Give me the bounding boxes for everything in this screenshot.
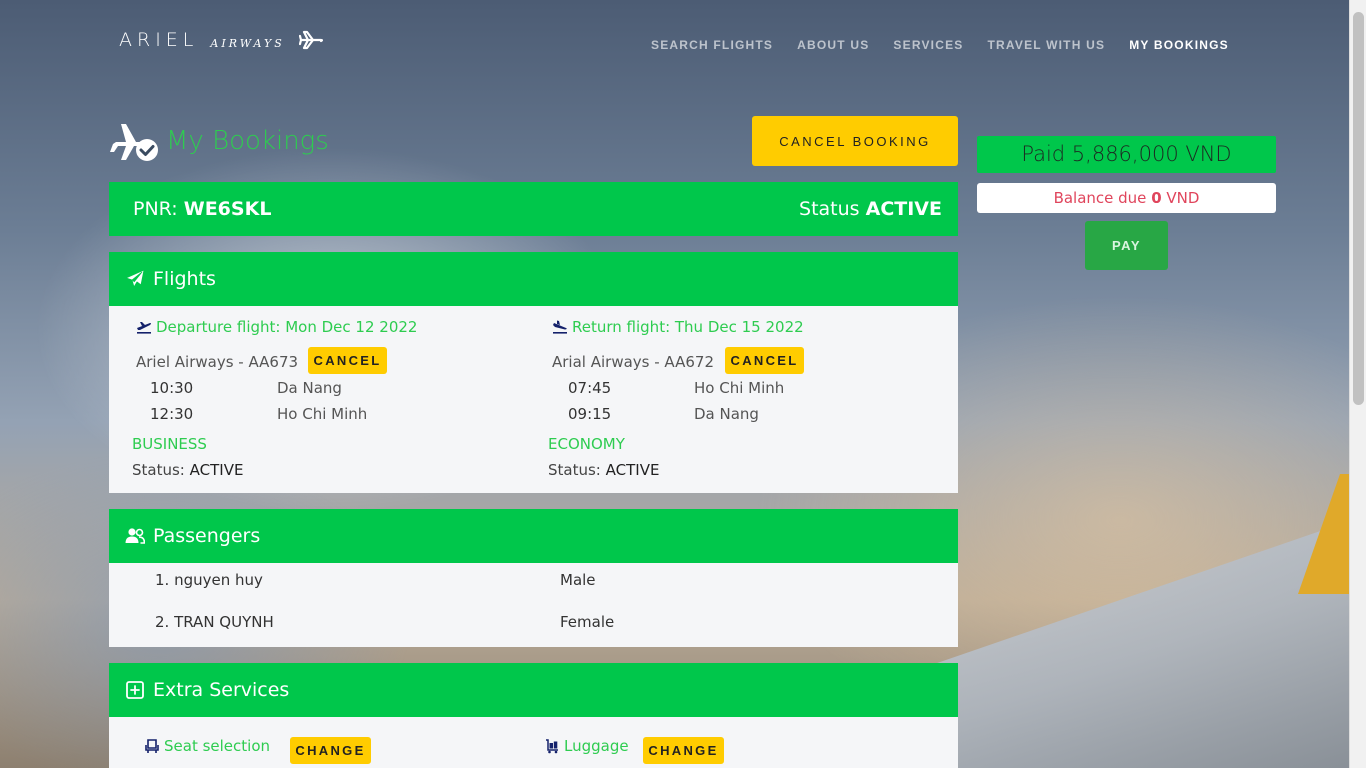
return-status-value: ACTIVE <box>605 461 660 479</box>
departure-dep-time: 10:30 <box>150 379 194 397</box>
plane-arrival-icon <box>553 320 567 334</box>
seat-selection-link[interactable]: Seat selection <box>145 737 270 755</box>
luggage-label: Luggage <box>564 737 629 755</box>
departure-class: BUSINESS <box>132 435 207 453</box>
return-status-label: Status: <box>548 461 601 479</box>
departure-airline: Ariel Airways - AA673 <box>136 353 299 371</box>
cancel-return-button[interactable]: CANCEL <box>725 347 804 374</box>
nav-about-us[interactable]: ABOUT US <box>797 38 869 52</box>
balance-due: Balance due 0 VND <box>977 183 1276 213</box>
passenger-name: 2. TRAN QUYNH <box>155 613 274 631</box>
nav-my-bookings[interactable]: MY BOOKINGS <box>1129 38 1229 52</box>
change-seat-button[interactable]: CHANGE <box>290 737 371 764</box>
cancel-booking-button[interactable]: CANCEL BOOKING <box>752 116 958 166</box>
seat-selection-label: Seat selection <box>164 737 271 755</box>
departure-arr-time: 12:30 <box>150 405 194 423</box>
return-dep-city: Ho Chi Minh <box>694 379 785 397</box>
cancel-departure-button[interactable]: CANCEL <box>308 347 387 374</box>
balance-suffix: VND <box>1161 189 1200 207</box>
return-flight-heading[interactable]: Return flight: Thu Dec 15 2022 <box>552 318 804 336</box>
departure-dep-city: Da Nang <box>277 379 342 397</box>
extras-section-header: Extra Services <box>109 663 958 717</box>
return-status: Status: ACTIVE <box>548 461 659 479</box>
plane-departure-icon <box>137 322 151 334</box>
paid-amount-badge: Paid 5,886,000 VND <box>977 136 1276 173</box>
departure-status-value: ACTIVE <box>189 461 244 479</box>
nav-services[interactable]: SERVICES <box>893 38 963 52</box>
page-title-group: My Bookings <box>108 118 329 164</box>
departure-heading-text: Departure flight: Mon Dec 12 2022 <box>156 318 418 336</box>
seat-icon <box>145 738 159 753</box>
flights-panel: Departure flight: Mon Dec 12 2022 Ariel … <box>109 306 958 493</box>
return-dep-time: 07:45 <box>568 379 612 397</box>
return-arr-city: Da Nang <box>694 405 759 423</box>
departure-status: Status: ACTIVE <box>132 461 243 479</box>
page-title: My Bookings <box>166 126 329 156</box>
pnr-bar: PNR: WE6SKL Status ACTIVE <box>109 182 958 236</box>
extras-panel: Seat selection CHANGE Luggage CHANGE <box>109 717 958 768</box>
return-airline: Arial Airways - AA672 <box>552 353 714 371</box>
departure-status-label: Status: <box>132 461 185 479</box>
page-scrollbar[interactable] <box>1349 0 1366 768</box>
passenger-name: 1. nguyen huy <box>155 571 263 589</box>
brand-main-text: ARIEL <box>119 29 199 51</box>
booking-status-value: ACTIVE <box>865 198 942 220</box>
booking-status-label: Status <box>799 198 860 220</box>
passengers-section-title: Passengers <box>153 525 261 547</box>
airplane-icon <box>298 30 323 50</box>
pnr: PNR: WE6SKL <box>133 198 271 220</box>
balance-prefix: Balance due <box>1053 189 1152 207</box>
passengers-panel: 1. nguyen huy Male 2. TRAN QUYNH Female <box>109 563 958 647</box>
passenger-gender: Female <box>560 613 615 631</box>
balance-amount: 0 <box>1151 189 1162 207</box>
change-luggage-button[interactable]: CHANGE <box>643 737 724 764</box>
passenger-gender: Male <box>560 571 596 589</box>
passengers-section-header: Passengers <box>109 509 958 563</box>
nav-travel-with-us[interactable]: TRAVEL WITH US <box>988 38 1106 52</box>
flights-section-header: Flights <box>109 252 958 306</box>
departure-flight-heading[interactable]: Departure flight: Mon Dec 12 2022 <box>136 318 417 336</box>
main-nav: SEARCH FLIGHTS ABOUT US SERVICES TRAVEL … <box>651 38 1253 52</box>
brand-sub-text: AIRWAYS <box>210 36 285 50</box>
luggage-link[interactable]: Luggage <box>545 737 629 755</box>
extras-section-title: Extra Services <box>153 679 290 701</box>
pnr-value: WE6SKL <box>183 198 272 220</box>
plane-check-icon <box>110 124 158 161</box>
scrollbar-thumb[interactable] <box>1353 12 1364 405</box>
luggage-cart-icon <box>546 738 558 753</box>
return-heading-text: Return flight: Thu Dec 15 2022 <box>572 318 804 336</box>
pnr-label: PNR: <box>133 198 178 220</box>
paper-plane-icon <box>125 269 145 288</box>
users-icon <box>125 528 145 544</box>
brand-logo[interactable]: ARIEL AIRWAYS <box>119 29 323 51</box>
return-class: ECONOMY <box>548 435 625 453</box>
return-arr-time: 09:15 <box>568 405 612 423</box>
booking-status: Status ACTIVE <box>799 198 942 220</box>
departure-arr-city: Ho Chi Minh <box>277 405 368 423</box>
flights-section-title: Flights <box>153 268 216 290</box>
plus-square-icon <box>126 681 144 699</box>
pay-button[interactable]: PAY <box>1085 221 1168 270</box>
nav-search-flights[interactable]: SEARCH FLIGHTS <box>651 38 773 52</box>
